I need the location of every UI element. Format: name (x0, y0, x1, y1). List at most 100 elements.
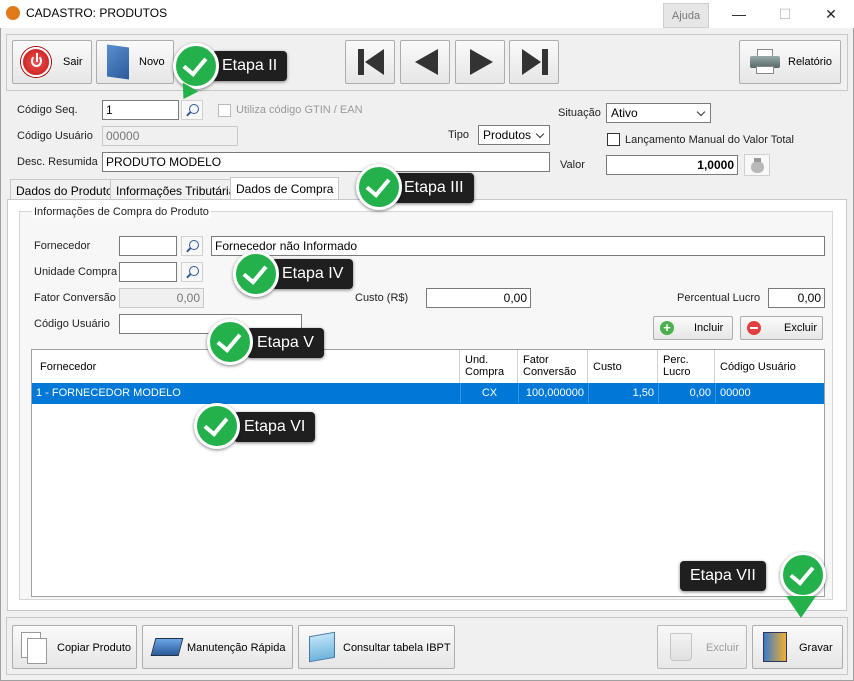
title-bar: CADASTRO: PRODUTOS Ajuda — ☐ ✕ (0, 0, 854, 28)
step-2-label: Etapa II (212, 51, 288, 81)
tab-tax-info[interactable]: Informações Tributárias (110, 179, 248, 200)
seq-code-search-icon[interactable] (181, 100, 203, 120)
grid-header-user-code[interactable]: Código Usuário (715, 350, 824, 383)
manual-value-checkbox[interactable] (607, 133, 620, 146)
plus-icon: + (660, 321, 674, 335)
grid-header-cost[interactable]: Custo (588, 350, 658, 383)
maximize-button[interactable]: ☐ (762, 0, 808, 28)
row-supplier: 1 - FORNECEDOR MODELO (36, 387, 181, 399)
money-bag-icon[interactable] (744, 154, 770, 176)
save-icon (763, 632, 787, 662)
supplier-name-input[interactable] (211, 236, 825, 256)
profit-input[interactable] (768, 288, 825, 308)
status-label: Situação (558, 107, 601, 119)
last-record-button[interactable] (509, 40, 559, 84)
delete-product-button[interactable]: Excluir (657, 625, 747, 669)
next-icon (470, 49, 493, 75)
type-label: Tipo (448, 129, 469, 141)
grid-header-unit[interactable]: Und. Compra (460, 350, 518, 383)
status-select[interactable]: Ativo (606, 103, 711, 123)
power-icon (21, 47, 51, 77)
gtin-label: Utiliza código GTIN / EAN (236, 104, 363, 116)
gtin-checkbox[interactable] (218, 104, 231, 117)
last-icon (522, 49, 548, 75)
step-6-check-icon (194, 403, 240, 449)
minus-icon (747, 321, 761, 335)
step-7-check-icon (780, 552, 826, 598)
grid-header-profit[interactable]: Perc. Lucro (658, 350, 715, 383)
step-6-label: Etapa VI (234, 412, 316, 442)
tab-product-data[interactable]: Dados do Produto (10, 179, 119, 200)
exit-button[interactable]: Sair (12, 40, 92, 84)
ibpt-label: Consultar tabela IBPT (343, 642, 451, 654)
status-select-value: Ativo (611, 106, 638, 120)
user-code-input[interactable] (102, 126, 238, 146)
app-icon (6, 6, 20, 20)
value-input[interactable] (606, 155, 738, 175)
help-button[interactable]: Ajuda (663, 3, 709, 28)
supplier-label: Fornecedor (34, 240, 91, 252)
delete-item-button[interactable]: Excluir (740, 316, 823, 340)
next-record-button[interactable] (455, 40, 505, 84)
step-2-check-icon (173, 43, 219, 89)
new-button[interactable]: Novo (96, 40, 174, 84)
row-factor: 100,000000 (518, 383, 588, 403)
exit-label: Sair (63, 56, 83, 68)
user-code-label: Código Usuário (17, 130, 93, 142)
supplier-search-icon[interactable] (181, 236, 203, 256)
desc-label: Desc. Resumida (17, 156, 98, 168)
row-cost: 1,50 (588, 383, 658, 403)
step-7-label: Etapa VII (680, 561, 766, 591)
factor-input[interactable] (119, 288, 204, 308)
printer-icon (750, 49, 780, 75)
row-user-code: 00000 (715, 383, 824, 403)
new-document-icon (107, 44, 129, 80)
delete-product-label: Excluir (706, 642, 740, 654)
first-record-button[interactable] (345, 40, 395, 84)
supplier-code-input[interactable] (119, 236, 177, 256)
type-select-value: Produtos (483, 128, 532, 142)
report-button[interactable]: Relatório (739, 40, 841, 84)
step-4-check-icon (233, 251, 279, 297)
step-3-check-icon (356, 164, 402, 210)
seq-code-label: Código Seq. (17, 104, 78, 116)
table-row[interactable]: 1 - FORNECEDOR MODELO CX 100,000000 1,50… (32, 383, 824, 404)
quick-maintenance-button[interactable]: Manutenção Rápida (142, 625, 293, 669)
unit-input[interactable] (119, 262, 177, 282)
new-label: Novo (139, 56, 165, 68)
save-button[interactable]: Gravar (752, 625, 843, 669)
step-5-label: Etapa V (247, 328, 324, 358)
step-3-label: Etapa III (394, 173, 474, 203)
tab-purchase-data[interactable]: Dados de Compra (230, 177, 340, 200)
step-7-arrow-icon (786, 596, 816, 618)
unit-label: Unidade Compra (34, 266, 118, 278)
delete-item-label: Excluir (784, 322, 818, 334)
factor-label: Fator Conversão (34, 292, 116, 304)
cost-input[interactable] (426, 288, 531, 308)
close-button[interactable]: ✕ (808, 0, 854, 28)
ibpt-icon (309, 631, 335, 663)
manual-value-label: Lançamento Manual do Valor Total (625, 134, 794, 146)
copy-product-label: Copiar Produto (57, 642, 131, 654)
row-unit: CX (460, 383, 518, 403)
minimize-button[interactable]: — (716, 0, 762, 28)
type-select[interactable]: Produtos (478, 125, 550, 145)
include-label: Incluir (694, 322, 724, 334)
previous-icon (415, 49, 438, 75)
step-5-check-icon (207, 319, 253, 365)
desc-input[interactable] (102, 152, 550, 172)
suppliers-grid: Fornecedor Und. Compra Fator Conversão C… (31, 349, 825, 597)
seq-code-input[interactable] (102, 100, 179, 120)
trash-icon (670, 633, 692, 661)
quick-maintenance-label: Manutenção Rápida (187, 642, 286, 654)
first-icon (358, 49, 384, 75)
include-button[interactable]: + Incluir (653, 316, 733, 340)
grid-header-factor[interactable]: Fator Conversão (518, 350, 588, 383)
row-profit: 0,00 (658, 383, 715, 403)
ibpt-button[interactable]: Consultar tabela IBPT (298, 625, 455, 669)
copy-product-button[interactable]: Copiar Produto (12, 625, 137, 669)
step-4-label: Etapa IV (272, 259, 354, 289)
save-label: Gravar (799, 642, 833, 654)
unit-search-icon[interactable] (181, 262, 203, 282)
previous-record-button[interactable] (400, 40, 450, 84)
